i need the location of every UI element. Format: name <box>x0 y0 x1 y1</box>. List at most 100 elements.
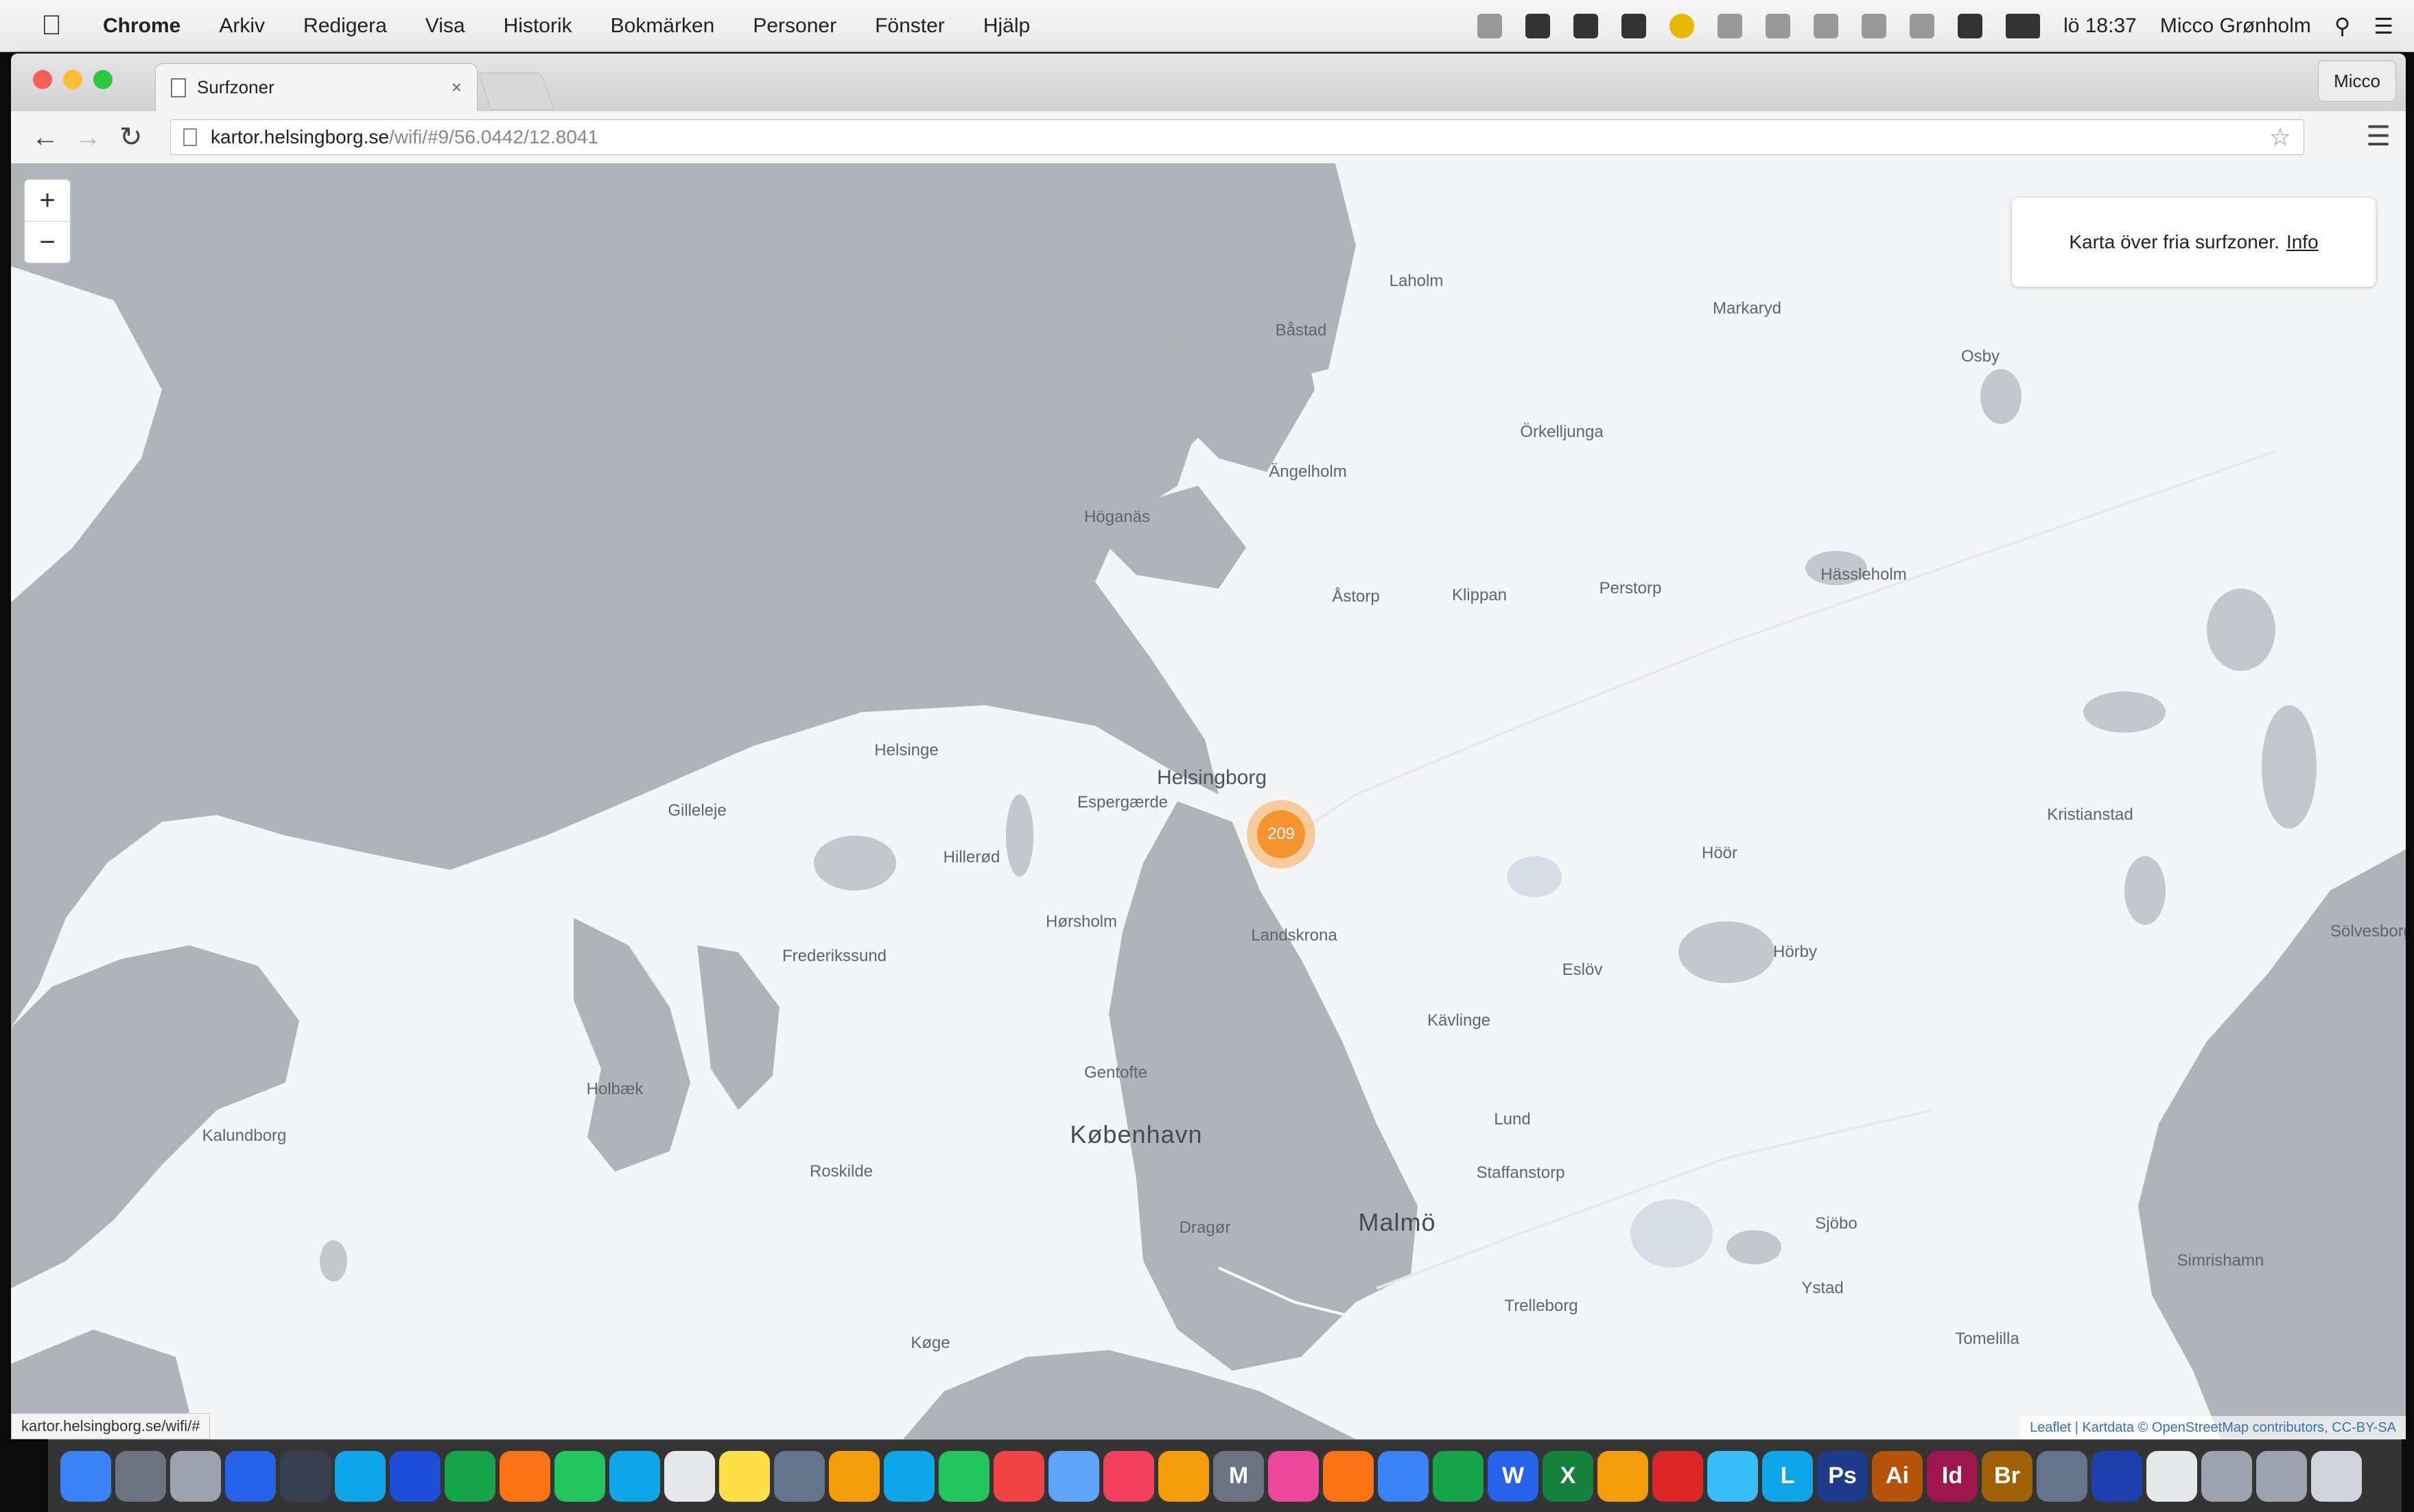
preview-icon[interactable] <box>774 1450 825 1502</box>
url-path: /wifi/#9/56.0442/12.8041 <box>388 126 599 147</box>
status-dot-icon[interactable] <box>1477 14 1503 38</box>
tab-close-button[interactable]: × <box>452 77 462 98</box>
map-info-link[interactable]: Info <box>2286 231 2319 253</box>
cloud-status-icon[interactable] <box>1525 14 1551 38</box>
reload-icon[interactable]: ↻ <box>119 122 143 152</box>
downloads-icon[interactable] <box>1707 1450 1758 1502</box>
profile-button[interactable]: Micco <box>2318 60 2396 102</box>
menu-redigera[interactable]: Redigera <box>303 14 387 38</box>
notes-icon[interactable] <box>664 1450 715 1502</box>
menu-hjalp[interactable]: Hjälp <box>983 14 1030 38</box>
zoom-control: + − <box>23 178 71 264</box>
trash-icon[interactable] <box>2311 1450 2362 1502</box>
gear-status-icon[interactable] <box>1621 14 1647 38</box>
itunes-icon[interactable] <box>1268 1450 1319 1502</box>
place-label: Dragør <box>1179 1218 1231 1237</box>
menu-arkiv[interactable]: Arkiv <box>219 14 265 38</box>
menu-historik[interactable]: Historik <box>504 14 572 38</box>
drive-icon[interactable] <box>554 1450 605 1502</box>
volume-icon[interactable] <box>1958 14 1983 38</box>
zoom-in-button[interactable]: + <box>25 180 70 221</box>
user-name[interactable]: Micco Grønholm <box>2160 14 2311 38</box>
headphones-icon[interactable] <box>1158 1450 1209 1502</box>
place-label: Laholm <box>1389 272 1444 290</box>
spotlight-search-icon[interactable]: ⚲ <box>2334 13 2350 39</box>
map-basemap <box>11 163 2406 1439</box>
bluetooth-icon[interactable] <box>1862 14 1887 38</box>
launchpad-icon[interactable] <box>115 1450 166 1502</box>
menu-visa[interactable]: Visa <box>425 14 465 38</box>
menu-fonster[interactable]: Fönster <box>875 14 945 38</box>
safari-icon[interactable] <box>225 1450 276 1502</box>
dropbox-icon[interactable] <box>1573 14 1599 38</box>
maps-icon[interactable] <box>1378 1450 1429 1502</box>
battery-icon[interactable] <box>2006 14 2041 38</box>
facetime2-icon[interactable] <box>1433 1450 1484 1502</box>
place-label: Åstorp <box>1332 587 1380 606</box>
apple-menu-icon[interactable]:  <box>41 10 103 41</box>
bridge-icon[interactable]: Br <box>1982 1450 2032 1502</box>
address-bar[interactable]: kartor.helsingborg.se/wifi/#9/56.0442/12… <box>170 119 2304 155</box>
forward-arrow-icon[interactable]: → <box>74 122 102 152</box>
place-label: Kalundborg <box>202 1126 287 1145</box>
document-icon[interactable] <box>2146 1450 2197 1502</box>
scanner-icon[interactable] <box>2037 1450 2087 1502</box>
window-fullscreen-button[interactable] <box>93 70 113 89</box>
color-picker-icon[interactable] <box>1669 14 1695 38</box>
help2-icon[interactable] <box>2256 1450 2307 1502</box>
lightroom-icon[interactable]: L <box>1762 1450 1813 1502</box>
messages-icon[interactable] <box>884 1450 935 1502</box>
tab-surfzoner[interactable]: Surfzoner × <box>155 63 478 111</box>
place-label: Hørsholm <box>1045 912 1118 931</box>
skype-icon[interactable] <box>609 1450 660 1502</box>
zoom-out-button[interactable]: − <box>25 221 70 263</box>
moon-icon[interactable] <box>1718 14 1743 38</box>
mail-icon[interactable] <box>1048 1450 1099 1502</box>
window-close-button[interactable] <box>33 70 52 89</box>
screensharing-icon[interactable] <box>2091 1450 2142 1502</box>
time-machine-icon[interactable] <box>1814 14 1839 38</box>
calendar-icon[interactable] <box>994 1450 1044 1502</box>
illustrator-icon[interactable]: Ai <box>1872 1450 1923 1502</box>
photoshop-icon[interactable]: Ps <box>1817 1450 1868 1502</box>
window-minimize-button[interactable] <box>63 70 82 89</box>
page-info-icon[interactable] <box>183 128 197 146</box>
finder-icon[interactable] <box>60 1450 111 1502</box>
map-attribution[interactable]: Leaflet | Kartdata © OpenStreetMap contr… <box>2020 1416 2406 1439</box>
stickies-icon[interactable] <box>719 1450 770 1502</box>
place-label: Kristianstad <box>2047 805 2133 824</box>
excel-icon[interactable]: X <box>1543 1450 1593 1502</box>
wifi-icon[interactable] <box>1910 14 1935 38</box>
place-label: Hillerød <box>943 848 1000 866</box>
appstore-icon[interactable] <box>390 1450 441 1502</box>
timemachine-icon[interactable] <box>170 1450 221 1502</box>
word-icon[interactable]: W <box>1488 1450 1538 1502</box>
map-canvas[interactable]: Laholm Markaryd Båstad Örkelljunga Osby … <box>11 163 2406 1439</box>
url-text[interactable]: kartor.helsingborg.se/wifi/#9/56.0442/12… <box>211 126 2269 148</box>
cloud-icon[interactable] <box>335 1450 386 1502</box>
menu-bokmarken[interactable]: Bokmärken <box>611 14 715 38</box>
airplay-icon[interactable] <box>1766 14 1791 38</box>
mendeley-icon[interactable]: M <box>1213 1450 1264 1502</box>
photos-icon[interactable] <box>1103 1450 1154 1502</box>
chrome-menu-icon[interactable]: ☰ <box>2366 121 2391 152</box>
marker-cluster[interactable]: 209 <box>1247 800 1315 869</box>
chrome-icon[interactable] <box>445 1450 495 1502</box>
clock[interactable]: lö 18:37 <box>2063 14 2137 38</box>
settings-icon[interactable] <box>829 1450 880 1502</box>
help-icon[interactable] <box>2201 1450 2252 1502</box>
menu-app-chrome[interactable]: Chrome <box>103 14 180 38</box>
back-arrow-icon[interactable]: ← <box>32 122 59 152</box>
bookmark-star-icon[interactable]: ☆ <box>2269 123 2291 152</box>
mac-dock: M W X L Ps Ai Id Br <box>48 1439 2402 1512</box>
notification-center-icon[interactable]: ☰ <box>2374 13 2393 39</box>
powerpoint-icon[interactable] <box>1597 1450 1648 1502</box>
dashboard-icon[interactable] <box>280 1450 331 1502</box>
menu-personer[interactable]: Personer <box>753 14 836 38</box>
acrobat-icon[interactable] <box>1652 1450 1703 1502</box>
firefox-icon[interactable] <box>500 1450 550 1502</box>
facetime-icon[interactable] <box>939 1450 989 1502</box>
books-icon[interactable] <box>1323 1450 1374 1502</box>
new-tab-button[interactable] <box>478 73 554 110</box>
indesign-icon[interactable]: Id <box>1927 1450 1978 1502</box>
